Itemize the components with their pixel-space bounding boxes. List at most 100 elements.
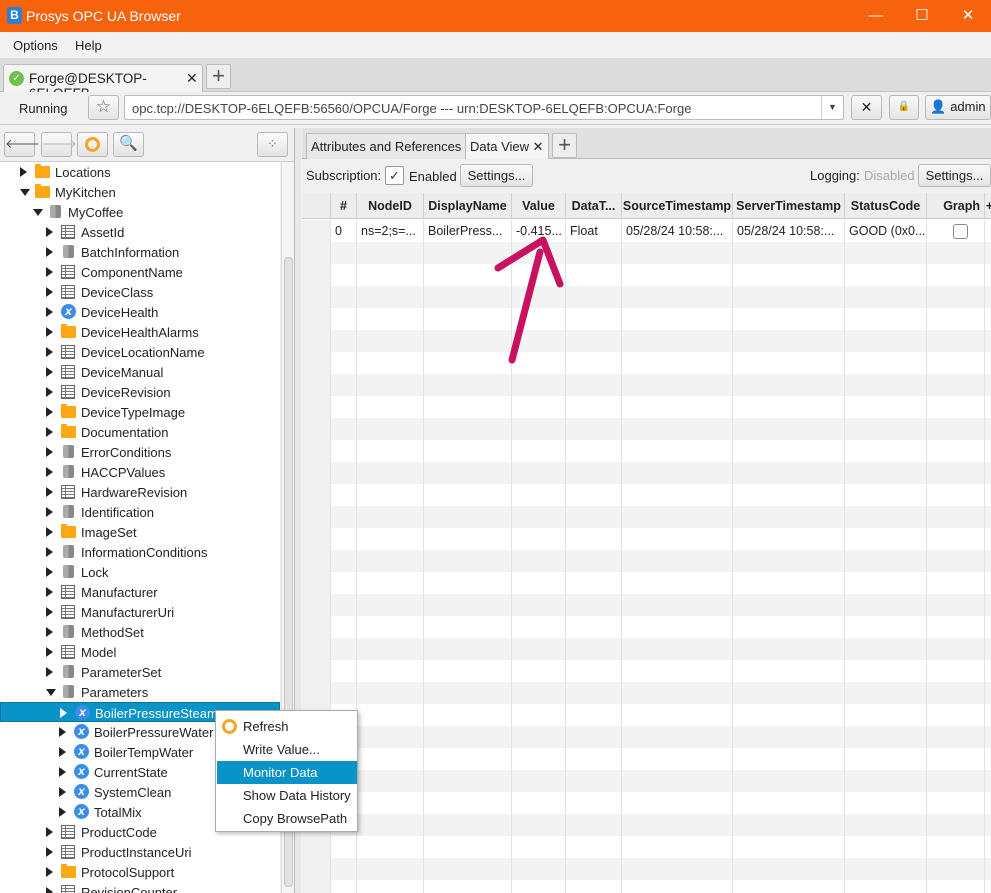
table-row[interactable] xyxy=(302,264,991,286)
expand-arrow-icon[interactable] xyxy=(46,647,53,657)
layout-nodes-icon[interactable]: ⁘ xyxy=(257,132,288,157)
column-header[interactable]: DisplayName xyxy=(424,193,512,219)
tree-node[interactable]: ImageSet xyxy=(0,522,280,542)
tree-node[interactable]: InformationConditions xyxy=(0,542,280,562)
expand-arrow-icon[interactable] xyxy=(46,327,53,337)
tree-node[interactable]: RevisionCounter xyxy=(0,882,280,893)
tree-node[interactable]: AssetId xyxy=(0,222,280,242)
tree-node[interactable]: ParameterSet xyxy=(0,662,280,682)
expand-arrow-icon[interactable] xyxy=(46,527,53,537)
tree-node[interactable]: HACCPValues xyxy=(0,462,280,482)
table-row[interactable]: 0 ns=2;s=... BoilerPress... -0.415... Float 0… xyxy=(302,220,991,242)
user-button[interactable]: 👤 admin xyxy=(925,95,991,120)
subscription-enabled-checkbox[interactable]: ✓ xyxy=(385,166,404,185)
column-header[interactable]: DataT... xyxy=(566,193,622,219)
menu-help[interactable]: Help xyxy=(75,38,102,53)
table-row[interactable] xyxy=(302,616,991,638)
menu-item-write-value[interactable]: Write Value... xyxy=(217,738,357,761)
tree-node[interactable]: DeviceClass xyxy=(0,282,280,302)
table-row[interactable] xyxy=(302,418,991,440)
tree-node[interactable]: Lock xyxy=(0,562,280,582)
column-header[interactable]: ServerTimestamp xyxy=(733,193,845,219)
expand-arrow-icon[interactable] xyxy=(46,547,53,557)
bookmark-star-icon[interactable]: ☆ xyxy=(88,95,119,120)
expand-arrow-icon[interactable] xyxy=(46,867,53,877)
logging-settings-button[interactable]: Settings... xyxy=(918,164,991,187)
expand-arrow-icon[interactable] xyxy=(59,807,66,817)
expand-arrow-icon[interactable] xyxy=(46,847,53,857)
expand-arrow-icon[interactable] xyxy=(59,767,66,777)
table-row[interactable] xyxy=(302,792,991,814)
close-tab-icon[interactable]: ✕ xyxy=(533,139,544,154)
tree-node[interactable]: Parameters xyxy=(0,682,280,702)
expand-arrow-icon[interactable] xyxy=(46,827,53,837)
add-connection-button[interactable]: + xyxy=(206,64,231,89)
expand-arrow-icon[interactable] xyxy=(46,247,53,257)
table-row[interactable] xyxy=(302,770,991,792)
table-row[interactable] xyxy=(302,528,991,550)
table-row[interactable] xyxy=(302,880,991,893)
expand-arrow-icon[interactable] xyxy=(60,708,67,718)
table-row[interactable] xyxy=(302,308,991,330)
table-row[interactable] xyxy=(302,330,991,352)
back-arrow-icon[interactable]: 🡐 xyxy=(4,132,40,157)
search-icon[interactable]: 🔍 xyxy=(113,132,144,157)
table-row[interactable] xyxy=(302,660,991,682)
tree-node[interactable]: MyKitchen xyxy=(0,182,280,202)
subscription-settings-button[interactable]: Settings... xyxy=(460,164,533,187)
close-tab-icon[interactable]: ✕ xyxy=(186,70,198,87)
expand-arrow-icon[interactable] xyxy=(46,307,53,317)
table-row[interactable] xyxy=(302,836,991,858)
table-row[interactable] xyxy=(302,242,991,264)
refresh-button[interactable] xyxy=(77,132,108,157)
column-header[interactable]: Value xyxy=(512,193,566,219)
tree-node[interactable]: x DeviceHealth xyxy=(0,302,280,322)
expand-arrow-icon[interactable] xyxy=(46,387,53,397)
table-row[interactable] xyxy=(302,396,991,418)
minimize-button[interactable]: — xyxy=(853,0,899,32)
expand-arrow-icon[interactable] xyxy=(46,347,53,357)
tree-node[interactable]: MethodSet xyxy=(0,622,280,642)
expand-arrow-icon[interactable] xyxy=(46,267,53,277)
add-view-button[interactable]: + xyxy=(552,133,577,158)
table-row[interactable] xyxy=(302,462,991,484)
expand-arrow-icon[interactable] xyxy=(59,747,66,757)
tree-node[interactable]: ProductInstanceUri xyxy=(0,842,280,862)
tree-node[interactable]: DeviceLocationName xyxy=(0,342,280,362)
lock-icon[interactable]: 🔒 xyxy=(889,95,919,120)
column-header[interactable]: StatusCode xyxy=(845,193,927,219)
expand-arrow-icon[interactable] xyxy=(20,167,27,177)
menu-item-show-data-history[interactable]: Show Data History xyxy=(217,784,357,807)
table-row[interactable] xyxy=(302,638,991,660)
tree-node[interactable]: DeviceHealthAlarms xyxy=(0,322,280,342)
expand-arrow-icon[interactable] xyxy=(59,787,66,797)
table-row[interactable] xyxy=(302,550,991,572)
table-row[interactable] xyxy=(302,726,991,748)
tree-node[interactable]: DeviceTypeImage xyxy=(0,402,280,422)
column-header[interactable]: NodeID xyxy=(357,193,424,219)
forward-arrow-icon[interactable]: 🡒 xyxy=(41,132,77,157)
column-header[interactable]: # xyxy=(331,193,357,219)
add-column-icon[interactable]: + xyxy=(985,193,991,219)
expand-arrow-icon[interactable] xyxy=(46,467,53,477)
menu-options[interactable]: Options xyxy=(13,38,58,53)
graph-checkbox[interactable] xyxy=(953,224,968,239)
tree-node[interactable]: ManufacturerUri xyxy=(0,602,280,622)
menu-item-refresh[interactable]: Refresh xyxy=(217,715,357,738)
expand-arrow-icon[interactable] xyxy=(46,567,53,577)
expand-arrow-icon[interactable] xyxy=(46,447,53,457)
expand-arrow-icon[interactable] xyxy=(46,407,53,417)
tab-attributes-and-references[interactable]: Attributes and References xyxy=(306,133,467,159)
table-row[interactable] xyxy=(302,814,991,836)
collapse-arrow-icon[interactable] xyxy=(46,689,56,696)
table-row[interactable] xyxy=(302,286,991,308)
tree-node[interactable]: MyCoffee xyxy=(0,202,280,222)
tree-node[interactable]: Documentation xyxy=(0,422,280,442)
table-row[interactable] xyxy=(302,484,991,506)
expand-arrow-icon[interactable] xyxy=(46,607,53,617)
connection-tab[interactable]: ✓ Forge@DESKTOP-6ELQEFB ✕ xyxy=(3,64,203,101)
expand-arrow-icon[interactable] xyxy=(46,287,53,297)
table-row[interactable] xyxy=(302,594,991,616)
tree-node[interactable]: DeviceManual xyxy=(0,362,280,382)
table-row[interactable] xyxy=(302,748,991,770)
